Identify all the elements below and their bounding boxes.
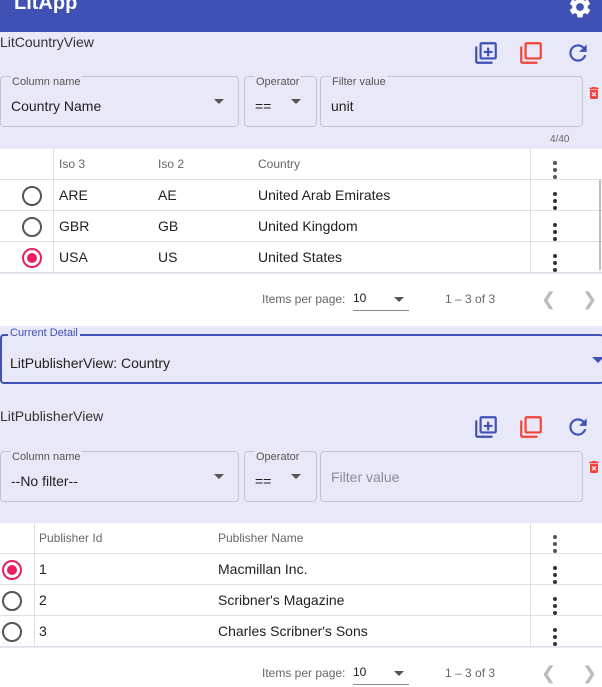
more-vert-icon[interactable]	[553, 628, 557, 649]
table-row[interactable]: 3 Charles Scribner's Sons	[0, 616, 602, 647]
cell-country: United Kingdom	[258, 218, 358, 234]
operator-label: Operator	[255, 451, 301, 463]
country-operator-select[interactable]: Operator ==	[244, 76, 317, 127]
current-detail-label: Current Detail	[8, 327, 80, 339]
chevron-down-icon	[394, 671, 404, 676]
table-row[interactable]: 1 Macmillan Inc.	[0, 554, 602, 585]
items-per-page-select[interactable]: 10	[353, 291, 366, 305]
operator-label: Operator	[255, 76, 301, 88]
cell-publisher-id: 3	[39, 623, 47, 639]
column-name-value: Country Name	[11, 98, 102, 114]
row-select-radio[interactable]	[2, 622, 22, 642]
cell-iso3: ARE	[59, 187, 88, 203]
select-all-icon[interactable]	[518, 40, 544, 66]
country-column-select[interactable]: Column name Country Name	[0, 76, 239, 127]
row-select-radio[interactable]	[22, 186, 42, 206]
filter-value-placeholder: Filter value	[331, 469, 400, 485]
row-select-radio[interactable]	[22, 217, 42, 237]
table-row[interactable]: 2 Scribner's Magazine	[0, 585, 602, 616]
row-select-radio-selected[interactable]	[22, 248, 42, 268]
cell-iso2: GB	[158, 218, 179, 234]
table-row[interactable]: GBR GB United Kingdom	[0, 211, 602, 242]
page-range: 1 – 3 of 3	[445, 666, 496, 680]
country-view-title: LitCountryView	[0, 34, 94, 50]
country-filter-input[interactable]: Filter value unit	[320, 76, 583, 127]
delete-filter-icon[interactable]	[586, 458, 602, 476]
country-table: Iso 3 Iso 2 Country ARE AE United Arab E…	[0, 149, 602, 273]
table-scrollbar[interactable]	[599, 180, 601, 270]
column-header-iso3[interactable]: Iso 3	[59, 157, 85, 171]
more-vert-icon[interactable]	[553, 535, 557, 556]
more-vert-icon[interactable]	[553, 254, 557, 275]
more-vert-icon[interactable]	[553, 566, 557, 587]
refresh-icon[interactable]	[565, 414, 591, 440]
chevron-down-icon	[394, 297, 404, 302]
column-header-publisher-id[interactable]: Publisher Id	[39, 531, 102, 545]
publisher-column-select[interactable]: Column name --No filter--	[0, 451, 239, 502]
more-vert-icon[interactable]	[553, 597, 557, 618]
publisher-paginator: Items per page: 10 1 – 3 of 3 ❮ ❯	[0, 648, 602, 687]
add-to-library-icon[interactable]	[473, 40, 499, 66]
chevron-down-icon	[291, 99, 301, 104]
cell-publisher-id: 1	[39, 561, 47, 577]
select-all-icon[interactable]	[518, 414, 544, 440]
row-count: 4/40	[550, 134, 570, 145]
cell-iso3: GBR	[59, 218, 90, 234]
current-detail-value: LitPublisherView: Country	[10, 355, 171, 371]
items-per-page-label: Items per page:	[262, 666, 346, 680]
filter-value-text: unit	[331, 98, 354, 114]
column-header-country[interactable]: Country	[258, 157, 300, 171]
app-bar: LitApp	[0, 0, 602, 32]
cell-publisher-name: Macmillan Inc.	[218, 561, 308, 577]
publisher-operator-select[interactable]: Operator ==	[244, 451, 317, 502]
cell-publisher-id: 2	[39, 592, 47, 608]
chevron-left-icon[interactable]: ❮	[541, 289, 556, 310]
table-header: Iso 3 Iso 2 Country	[0, 149, 602, 180]
chevron-left-icon[interactable]: ❮	[541, 663, 556, 684]
chevron-down-icon	[214, 99, 224, 104]
cell-publisher-name: Scribner's Magazine	[218, 592, 345, 608]
column-name-label: Column name	[11, 76, 82, 88]
items-per-page-select[interactable]: 10	[353, 665, 366, 679]
country-paginator: Items per page: 10 1 – 3 of 3 ❮ ❯	[0, 274, 602, 326]
settings-icon[interactable]	[567, 0, 593, 20]
publisher-view-title: LitPublisherView	[0, 408, 104, 424]
column-header-publisher-name[interactable]: Publisher Name	[218, 531, 303, 545]
table-header: Publisher Id Publisher Name	[0, 523, 602, 554]
operator-value: ==	[255, 473, 272, 489]
cell-publisher-name: Charles Scribner's Sons	[218, 623, 368, 639]
filter-value-label: Filter value	[331, 76, 387, 88]
row-select-radio-selected[interactable]	[2, 560, 22, 580]
items-per-page-label: Items per page:	[262, 292, 346, 306]
app-title: LitApp	[14, 0, 78, 14]
column-name-label: Column name	[11, 451, 82, 463]
row-select-radio[interactable]	[2, 591, 22, 611]
column-name-value: --No filter--	[11, 473, 78, 489]
chevron-down-icon	[214, 474, 224, 479]
current-detail-select[interactable]: Current Detail LitPublisherView: Country	[0, 327, 602, 384]
chevron-right-icon[interactable]: ❯	[582, 289, 597, 310]
table-row[interactable]: ARE AE United Arab Emirates	[0, 180, 602, 211]
chevron-down-icon	[592, 357, 602, 363]
cell-country: United Arab Emirates	[258, 187, 391, 203]
publisher-filter-input[interactable]: Filter value	[320, 451, 583, 502]
cell-country: United States	[258, 249, 343, 265]
cell-iso2: AE	[158, 187, 177, 203]
add-to-library-icon[interactable]	[473, 414, 499, 440]
chevron-down-icon	[291, 474, 301, 479]
operator-value: ==	[255, 98, 272, 114]
more-vert-icon[interactable]	[553, 161, 557, 182]
cell-iso3: USA	[59, 249, 88, 265]
refresh-icon[interactable]	[565, 40, 591, 66]
table-row[interactable]: USA US United States	[0, 242, 602, 273]
cell-iso2: US	[158, 249, 178, 265]
more-vert-icon[interactable]	[553, 192, 557, 213]
column-header-iso2[interactable]: Iso 2	[158, 157, 184, 171]
publisher-table: Publisher Id Publisher Name 1 Macmillan …	[0, 523, 602, 647]
page-range: 1 – 3 of 3	[445, 292, 496, 306]
delete-filter-icon[interactable]	[586, 84, 602, 102]
more-vert-icon[interactable]	[553, 223, 557, 244]
chevron-right-icon[interactable]: ❯	[582, 663, 597, 684]
